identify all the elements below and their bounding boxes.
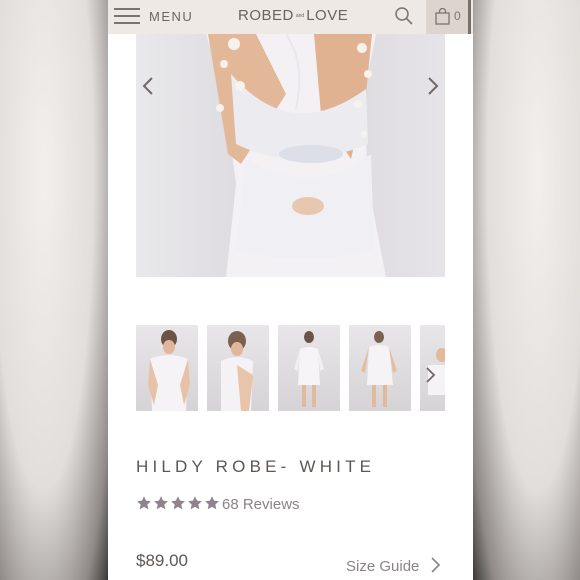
- model-robe-illustration: [206, 34, 386, 277]
- search-icon[interactable]: [394, 6, 414, 26]
- reviews-link[interactable]: 68 Reviews: [222, 496, 300, 513]
- brand-logo[interactable]: ROBED and LOVE: [238, 7, 348, 24]
- previous-image-arrow-icon[interactable]: [141, 76, 155, 96]
- product-title: HILDY ROBE- WHITE: [136, 457, 376, 476]
- shopping-bag-icon: [435, 8, 450, 25]
- star-icon: [205, 496, 219, 510]
- chevron-right-icon[interactable]: [429, 556, 441, 574]
- cart-button[interactable]: 0: [426, 0, 470, 34]
- thumbnail-3[interactable]: [278, 325, 340, 411]
- star-icon: [137, 496, 151, 510]
- star-rating[interactable]: [136, 495, 220, 511]
- thumbnail-next-arrow-icon[interactable]: [424, 366, 436, 384]
- next-image-arrow-icon[interactable]: [426, 76, 440, 96]
- thumbnail-4[interactable]: [349, 325, 411, 411]
- blurred-background-right: [473, 0, 580, 580]
- product-price: $89.00: [136, 551, 188, 570]
- product-page: MENU ROBED and LOVE 0 HILDY ROBE- WHITE …: [108, 0, 473, 580]
- product-main-image[interactable]: [136, 34, 445, 277]
- star-icon: [188, 496, 202, 510]
- brand-word-and: and: [295, 13, 305, 20]
- hamburger-menu-icon[interactable]: [114, 6, 142, 26]
- brand-word-love: LOVE: [306, 7, 349, 24]
- site-header: MENU ROBED and LOVE 0: [108, 0, 473, 34]
- blurred-background-left: [0, 0, 108, 580]
- thumbnail-2[interactable]: [207, 325, 269, 411]
- size-guide-link[interactable]: Size Guide: [346, 558, 419, 575]
- thumbnail-1[interactable]: [136, 325, 198, 411]
- menu-label[interactable]: MENU: [149, 9, 193, 24]
- thumbnail-strip: [136, 325, 445, 411]
- scroll-indicator: [468, 0, 471, 34]
- brand-word-robed: ROBED: [238, 7, 294, 24]
- cart-count: 0: [454, 9, 461, 23]
- star-icon: [171, 496, 185, 510]
- star-icon: [154, 496, 168, 510]
